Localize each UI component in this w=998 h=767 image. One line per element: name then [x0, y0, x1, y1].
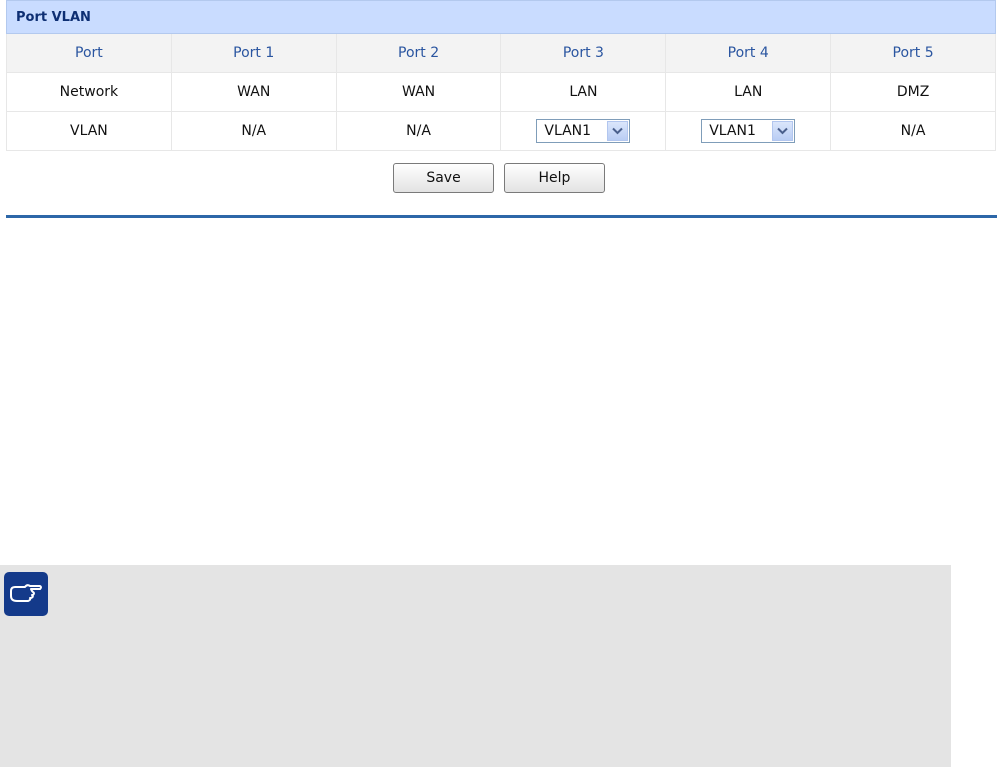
column-header-port-2: Port 2 — [335, 34, 501, 73]
vlan-port-4-cell: VLAN1 — [665, 111, 831, 151]
network-port-4: LAN — [665, 72, 831, 112]
column-header-port: Port — [6, 34, 172, 73]
port-vlan-table: Port Port 1 Port 2 Port 3 Port 4 Port 5 … — [6, 34, 996, 151]
row-label-network: Network — [6, 72, 172, 112]
save-button[interactable]: Save — [393, 163, 494, 193]
help-button[interactable]: Help — [504, 163, 605, 193]
vlan-port-4-select[interactable]: VLAN1 — [701, 119, 796, 143]
vlan-port-1: N/A — [170, 111, 337, 151]
note-box — [0, 565, 951, 767]
vlan-port-3-cell: VLAN1 — [500, 111, 666, 151]
table-row-vlan: VLAN N/A N/A VLAN1 VLAN1 N/A — [6, 111, 996, 151]
chevron-down-icon[interactable] — [607, 121, 629, 141]
network-port-2: WAN — [335, 72, 501, 112]
table-header-row: Port Port 1 Port 2 Port 3 Port 4 Port 5 — [6, 34, 996, 73]
row-label-vlan: VLAN — [6, 111, 172, 151]
vlan-port-2: N/A — [335, 111, 501, 151]
chevron-down-icon[interactable] — [772, 121, 794, 141]
vlan-port-4-value: VLAN1 — [709, 123, 756, 139]
pointing-hand-icon — [4, 572, 48, 616]
column-header-port-3: Port 3 — [500, 34, 666, 73]
section-divider — [6, 215, 997, 218]
network-port-1: WAN — [170, 72, 337, 112]
port-vlan-panel: Port VLAN Port Port 1 Port 2 Port 3 Port… — [6, 0, 996, 151]
network-port-3: LAN — [500, 72, 666, 112]
table-row-network: Network WAN WAN LAN LAN DMZ — [6, 72, 996, 112]
network-port-5: DMZ — [830, 72, 996, 112]
column-header-port-1: Port 1 — [170, 34, 337, 73]
vlan-port-3-select[interactable]: VLAN1 — [536, 119, 631, 143]
column-header-port-4: Port 4 — [665, 34, 831, 73]
panel-title: Port VLAN — [6, 0, 996, 34]
vlan-port-5: N/A — [830, 111, 996, 151]
column-header-port-5: Port 5 — [830, 34, 996, 73]
action-buttons: Save Help — [0, 163, 998, 193]
vlan-port-3-value: VLAN1 — [544, 123, 592, 139]
